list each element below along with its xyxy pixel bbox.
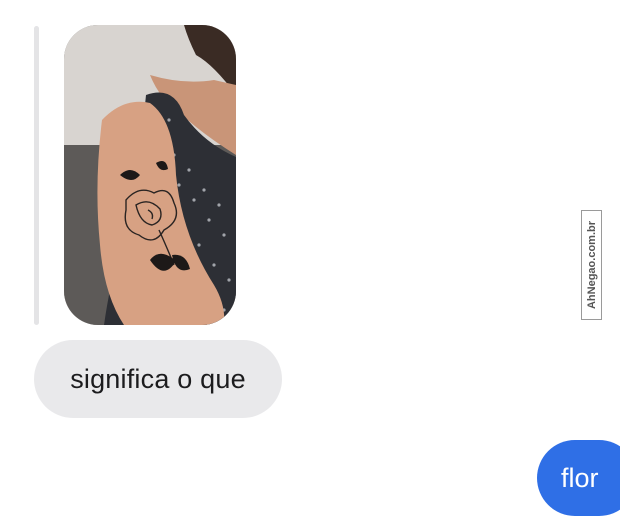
tattoo-photo-image: [64, 25, 236, 325]
watermark-text: AhNegao.com.br: [585, 220, 598, 310]
outgoing-message-bubble[interactable]: flor: [537, 440, 620, 516]
site-watermark: AhNegao.com.br: [581, 210, 602, 320]
shared-photo[interactable]: [64, 25, 236, 325]
incoming-message-text: significa o que: [70, 363, 246, 394]
outgoing-message-text: flor: [561, 462, 599, 493]
incoming-message-bubble[interactable]: significa o que: [34, 340, 282, 418]
reply-quote-bar: [34, 26, 39, 325]
